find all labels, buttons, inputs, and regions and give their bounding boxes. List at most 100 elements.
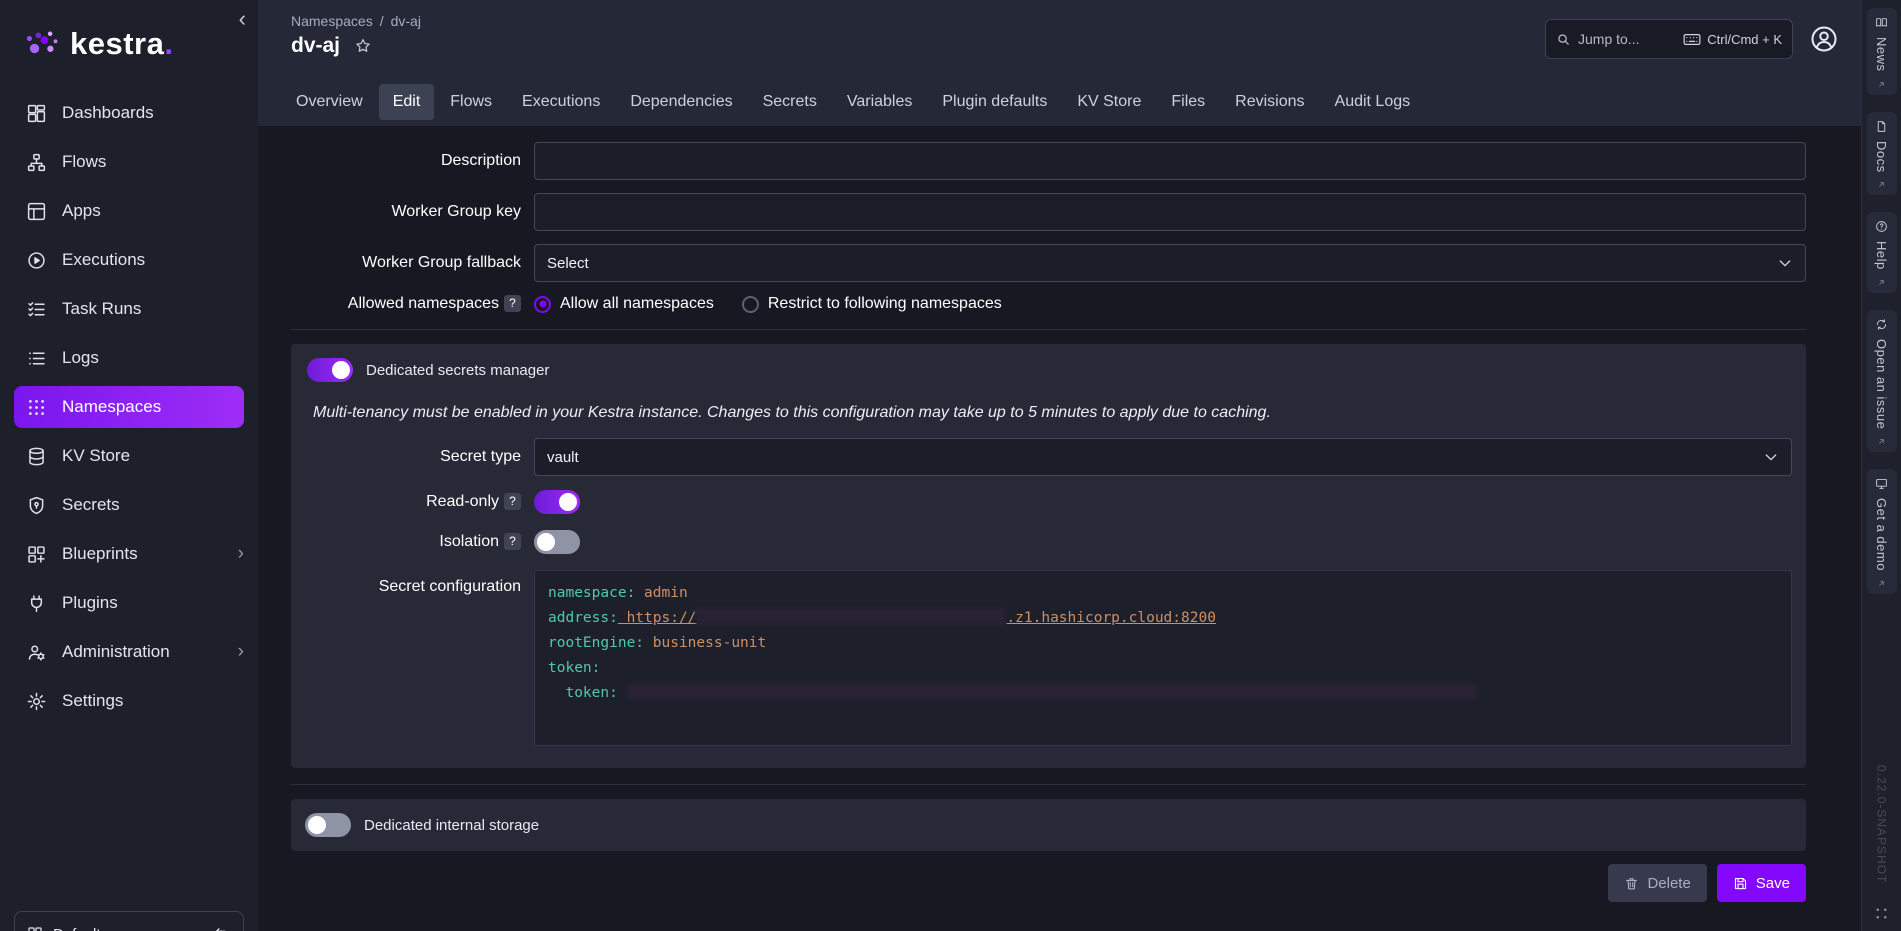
demo-monitor-icon: [1875, 477, 1888, 490]
sidebar-item-label: Blueprints: [62, 544, 138, 564]
help-icon[interactable]: ?: [504, 295, 521, 312]
sidebar-item-label: Executions: [62, 250, 145, 270]
sidebar-item-kv-store[interactable]: KV Store: [0, 435, 258, 477]
dedicated-internal-storage-label: Dedicated internal storage: [364, 817, 539, 834]
app-root: ‹ kestra. Dashboards: [0, 0, 1901, 931]
rail-item-open-an-issue[interactable]: Open an issue: [1867, 310, 1897, 452]
sidebar-item-blueprints[interactable]: Blueprints ›: [0, 533, 258, 575]
read-only-toggle[interactable]: [534, 490, 580, 514]
sidebar-item-namespaces[interactable]: Namespaces: [14, 386, 244, 428]
page-title: dv-aj: [291, 34, 340, 58]
redacted-secret-value: [627, 683, 1477, 700]
jump-to-search[interactable]: Jump to... Ctrl/Cmd + K: [1545, 19, 1793, 59]
isolation-toggle[interactable]: [534, 530, 580, 554]
tab-overview[interactable]: Overview: [282, 84, 377, 120]
plugins-icon: [26, 593, 47, 614]
delete-button[interactable]: Delete: [1608, 864, 1706, 902]
tab-revisions[interactable]: Revisions: [1221, 84, 1318, 120]
tab-edit[interactable]: Edit: [379, 84, 435, 120]
sidebar-item-label: Apps: [62, 201, 101, 221]
radio-restrict-namespaces[interactable]: Restrict to following namespaces: [742, 295, 1002, 313]
sidebar-item-label: Administration: [62, 642, 170, 662]
logs-icon: [26, 348, 47, 369]
version-label: 0.22.0-SNAPSHOT: [1875, 765, 1889, 883]
executions-icon: [26, 250, 47, 271]
secret-configuration-label: Secret configuration: [305, 570, 521, 596]
edit-form: Description Worker Group key Worker Grou…: [258, 126, 1861, 931]
redacted-secret-value: [696, 608, 1006, 625]
help-circle-icon: [1875, 220, 1888, 233]
tab-audit-logs[interactable]: Audit Logs: [1321, 84, 1425, 120]
dedicated-secrets-manager-toggle[interactable]: [307, 358, 353, 382]
secret-type-select[interactable]: vault: [534, 438, 1792, 476]
sidebar-item-plugins[interactable]: Plugins: [0, 582, 258, 624]
favorite-star-icon[interactable]: [354, 37, 372, 55]
apps-icon: [26, 201, 47, 222]
secrets-icon: [26, 495, 47, 516]
user-avatar[interactable]: [1809, 24, 1839, 54]
secret-type-label: Secret type: [305, 448, 521, 466]
description-input[interactable]: [534, 142, 1806, 180]
search-icon: [1556, 32, 1571, 47]
switch-tenant-icon: [214, 926, 231, 931]
radio-unselected-icon: [742, 296, 759, 313]
sidebar-item-label: KV Store: [62, 446, 130, 466]
rail-item-help[interactable]: Help: [1867, 212, 1897, 293]
secret-configuration-editor[interactable]: namespace: admin address: https://.z1.ha…: [534, 570, 1792, 746]
tab-dependencies[interactable]: Dependencies: [616, 84, 746, 120]
vault-address-link: https://: [618, 610, 697, 626]
kestra-logo[interactable]: kestra.: [0, 0, 258, 92]
multi-tenancy-note: Multi-tenancy must be enabled in your Ke…: [313, 404, 1792, 422]
sidebar-item-settings[interactable]: Settings: [0, 680, 258, 722]
rail-bottom-icon[interactable]: [1874, 906, 1889, 921]
worker-group-fallback-label: Worker Group fallback: [291, 254, 521, 272]
description-label: Description: [291, 152, 521, 170]
sidebar-item-task-runs[interactable]: Task Runs: [0, 288, 258, 330]
sidebar-nav: Dashboards Flows Apps Executions Task Ru…: [0, 92, 258, 729]
vault-address-link: .z1.hashicorp.cloud:8200: [1006, 610, 1216, 626]
dedicated-internal-storage-toggle[interactable]: [305, 813, 351, 837]
rail-item-docs[interactable]: Docs: [1867, 112, 1897, 196]
tab-plugin-defaults[interactable]: Plugin defaults: [928, 84, 1061, 120]
dedicated-secrets-manager-panel: Dedicated secrets manager Multi-tenancy …: [291, 344, 1806, 768]
chevron-right-icon: ›: [238, 543, 244, 565]
help-icon[interactable]: ?: [504, 533, 521, 550]
worker-group-key-input[interactable]: [534, 193, 1806, 231]
sidebar-item-logs[interactable]: Logs: [0, 337, 258, 379]
open-in-new-icon: [1877, 80, 1886, 89]
sidebar-item-secrets[interactable]: Secrets: [0, 484, 258, 526]
sidebar-item-apps[interactable]: Apps: [0, 190, 258, 232]
help-icon[interactable]: ?: [504, 493, 521, 510]
jump-to-placeholder: Jump to...: [1578, 31, 1676, 47]
tab-bar: Overview Edit Flows Executions Dependenc…: [258, 78, 1861, 126]
worker-group-fallback-select[interactable]: Select: [534, 244, 1806, 282]
sidebar-item-flows[interactable]: Flows: [0, 141, 258, 183]
allowed-namespaces-label: Allowed namespaces: [348, 295, 499, 312]
sidebar-item-dashboards[interactable]: Dashboards: [0, 92, 258, 134]
select-value: vault: [547, 449, 579, 466]
tenant-label: Default: [53, 926, 101, 931]
tenant-selector[interactable]: Default: [14, 911, 244, 931]
breadcrumb-current[interactable]: dv-aj: [391, 13, 421, 29]
administration-icon: [26, 642, 47, 663]
breadcrumb-namespaces[interactable]: Namespaces: [291, 13, 373, 29]
tab-secrets[interactable]: Secrets: [749, 84, 831, 120]
tab-executions[interactable]: Executions: [508, 84, 614, 120]
save-button[interactable]: Save: [1717, 864, 1806, 902]
kestra-wordmark: kestra.: [70, 26, 173, 62]
sidebar-item-executions[interactable]: Executions: [0, 239, 258, 281]
tab-variables[interactable]: Variables: [833, 84, 927, 120]
tab-flows[interactable]: Flows: [436, 84, 506, 120]
rail-item-get-a-demo[interactable]: Get a demo: [1867, 469, 1897, 594]
sidebar-collapse-icon[interactable]: ‹: [239, 8, 246, 30]
sidebar-item-administration[interactable]: Administration ›: [0, 631, 258, 673]
tab-kv-store[interactable]: KV Store: [1063, 84, 1155, 120]
right-rail: News Docs Help Open an issue Get a demo …: [1861, 0, 1901, 931]
rail-item-news[interactable]: News: [1867, 8, 1897, 95]
sidebar: ‹ kestra. Dashboards: [0, 0, 258, 931]
sidebar-item-label: Logs: [62, 348, 99, 368]
open-issue-icon: [1875, 318, 1888, 331]
shortcut-label: Ctrl/Cmd + K: [1707, 32, 1782, 47]
radio-allow-all-namespaces[interactable]: Allow all namespaces: [534, 295, 714, 313]
tab-files[interactable]: Files: [1157, 84, 1219, 120]
